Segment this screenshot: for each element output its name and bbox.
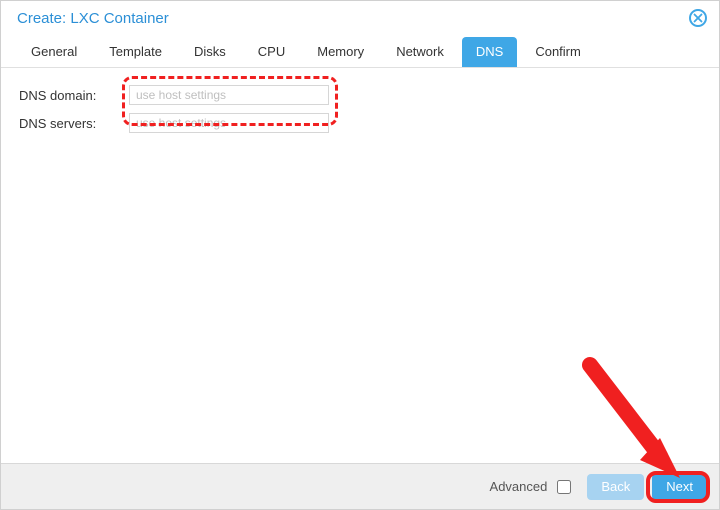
back-button[interactable]: Back: [587, 474, 644, 500]
dns-domain-row: DNS domain:: [19, 84, 701, 106]
next-button[interactable]: Next: [652, 474, 707, 500]
tab-cpu[interactable]: CPU: [244, 37, 299, 67]
tab-strip: GeneralTemplateDisksCPUMemoryNetworkDNSC…: [1, 33, 719, 68]
close-button[interactable]: [689, 9, 707, 27]
window-title: Create: LXC Container: [17, 10, 169, 27]
close-icon: [693, 13, 703, 23]
dns-servers-row: DNS servers:: [19, 112, 701, 134]
dns-servers-label: DNS servers:: [19, 116, 129, 131]
footer: Advanced Back Next: [1, 463, 719, 509]
advanced-checkbox[interactable]: [557, 480, 571, 494]
dialog-window: Create: LXC Container GeneralTemplateDis…: [0, 0, 720, 510]
tab-memory[interactable]: Memory: [303, 37, 378, 67]
tab-general[interactable]: General: [17, 37, 91, 67]
tab-template[interactable]: Template: [95, 37, 176, 67]
tab-network[interactable]: Network: [382, 37, 458, 67]
tab-confirm[interactable]: Confirm: [521, 37, 595, 67]
titlebar: Create: LXC Container: [1, 1, 719, 33]
dns-domain-input[interactable]: [129, 85, 329, 105]
content-area: DNS domain: DNS servers:: [1, 68, 719, 463]
dns-servers-input[interactable]: [129, 113, 329, 133]
tab-dns[interactable]: DNS: [462, 37, 517, 67]
advanced-label: Advanced: [490, 479, 548, 494]
dns-domain-label: DNS domain:: [19, 88, 129, 103]
tab-disks[interactable]: Disks: [180, 37, 240, 67]
